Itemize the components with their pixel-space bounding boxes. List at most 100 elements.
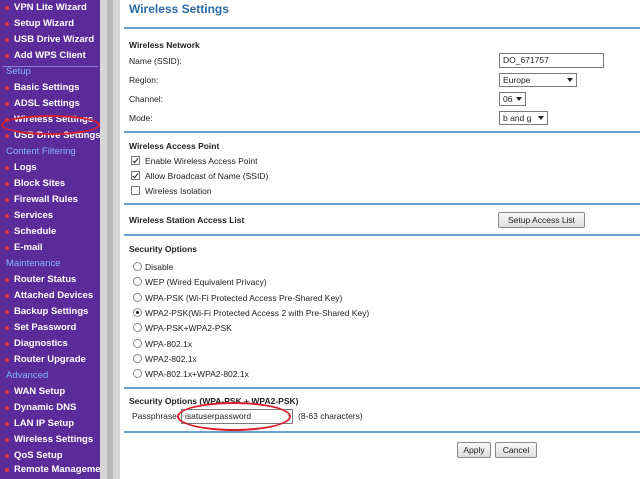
sidebar-item-wireless-settings[interactable]: Wireless Settings [0,432,100,448]
isolation-checkbox[interactable] [131,186,140,195]
bullet-icon [5,294,9,298]
bullet-icon [5,102,9,106]
sidebar-item-label: Attached Devices [14,290,94,301]
sidebar-item-usb-drive-wizard[interactable]: USB Drive Wizard [0,32,100,48]
sidebar-item-setup-wizard[interactable]: Setup Wizard [0,16,100,32]
sidebar-item-firewall-rules[interactable]: Firewall Rules [0,192,100,208]
sidebar-item-logs[interactable]: Logs [0,160,100,176]
nav-list: VPN Lite Wizard Setup Wizard USB Drive Wiz… [0,0,100,479]
sidebar-item-label: Logs [14,162,37,173]
bullet-icon [5,390,9,394]
access-point-heading: Wireless Access Point [129,141,220,151]
sidebar-item-label: Set Password [14,322,77,333]
sidebar-item-lan-ip-setup[interactable]: LAN IP Setup [0,416,100,432]
security-option-radio[interactable] [133,262,142,271]
sidebar-item-services[interactable]: Services [0,208,100,224]
security-option-radio[interactable] [133,354,142,363]
chevron-down-icon [538,116,544,120]
nav-section-advanced: Advanced [6,370,49,381]
divider [124,234,640,236]
sidebar-item-schedule[interactable]: Schedule [0,224,100,240]
security-option-radio[interactable] [133,308,142,317]
enable-ap-checkbox[interactable] [131,156,140,165]
sidebar-item-label: WAN Setup [14,386,66,397]
nav-section-maintenance: Maintenance [6,258,61,269]
bullet-icon [5,468,9,472]
station-list-heading: Wireless Station Access List [129,215,245,225]
bullet-icon [5,134,9,138]
bullet-icon [5,86,9,90]
sidebar-item-e-mail[interactable]: E-mail [0,240,100,256]
sidebar-item-diagnostics[interactable]: Diagnostics [0,336,100,352]
setup-access-list-button[interactable]: Setup Access List [498,212,585,228]
sidebar-item-block-sites[interactable]: Block Sites [0,176,100,192]
bullet-icon [5,454,9,458]
apply-button[interactable]: Apply [457,442,491,458]
divider [124,131,640,133]
bullet-icon [5,358,9,362]
divider [124,431,640,433]
sidebar-item-basic-settings[interactable]: Basic Settings [0,80,100,96]
sidebar-item-wan-setup[interactable]: WAN Setup [0,384,100,400]
splitter-bar[interactable] [107,0,113,479]
bullet-icon [5,38,9,42]
divider [124,27,640,29]
sidebar-item-add-wps-client[interactable]: Add WPS Client [0,48,100,64]
mode-select[interactable]: b and g [499,111,548,125]
sidebar-item-label: Remote Management [14,464,100,475]
sidebar-item-attached-devices[interactable]: Attached Devices [0,288,100,304]
sidebar-item-backup-settings[interactable]: Backup Settings [0,304,100,320]
security-option-radio[interactable] [133,277,142,286]
sidebar-item-adsl-settings[interactable]: ADSL Settings [0,96,100,112]
sidebar-item-label: ADSL Settings [14,98,80,109]
divider [124,387,640,389]
security-option-label: WPA-802.1x [145,339,193,349]
security-option-radio[interactable] [133,369,142,378]
bullet-icon [5,182,9,186]
security-option-radio[interactable] [133,323,142,332]
page-title: Wireless Settings [129,2,229,16]
bullet-icon [5,214,9,218]
security-option-label: WPA2-802.1x [145,354,197,364]
bullet-icon [5,326,9,330]
security-option-radio[interactable] [133,293,142,302]
security-option-label: WEP (Wired Equivalent Privacy) [145,277,267,287]
sidebar-item-label: Firewall Rules [14,194,78,205]
sidebar-item-dynamic-dns[interactable]: Dynamic DNS [0,400,100,416]
bullet-icon [5,310,9,314]
channel-select-value: 06 [503,94,513,104]
cancel-button[interactable]: Cancel [495,442,537,458]
sidebar-item-remote-management[interactable]: Remote Management [0,464,100,479]
broadcast-ssid-checkbox[interactable] [131,171,140,180]
sidebar-item-vpn-lite-wizard[interactable]: VPN Lite Wizard [0,0,100,16]
sidebar-item-router-upgrade[interactable]: Router Upgrade [0,352,100,368]
chevron-down-icon [516,97,522,101]
security-option-label: WPA-PSK (Wi-Fi Protected Access Pre-Shar… [145,293,343,303]
mode-select-value: b and g [503,113,532,123]
sidebar-item-label: Diagnostics [14,338,68,349]
security-option-radio[interactable] [133,339,142,348]
ssid-input[interactable] [499,53,604,68]
sidebar-item-set-password[interactable]: Set Password [0,320,100,336]
frame-splitter[interactable] [100,0,120,479]
sidebar-item-router-status[interactable]: Router Status [0,272,100,288]
sidebar-item-label: VPN Lite Wizard [14,2,87,13]
security-options-heading: Security Options [129,244,198,254]
sidebar-divider [2,66,98,67]
sidebar-item-qos-setup[interactable]: QoS Setup [0,448,100,464]
channel-select[interactable]: 06 [499,92,526,106]
enable-ap-label: Enable Wireless Access Point [145,156,258,166]
security-option-label: WPA-802.1x+WPA2-802.1x [145,369,249,379]
passphrase-hint: (8-63 characters) [298,411,363,421]
passphrase-highlight-oval [177,402,291,431]
sidebar-item-label: Dynamic DNS [14,402,77,413]
chevron-down-icon [567,78,573,82]
sidebar-item-label: Wireless Settings [14,434,94,445]
bullet-icon [5,166,9,170]
active-item-highlight-oval [1,115,100,135]
sidebar-nav: VPN Lite Wizard Setup Wizard USB Drive Wiz… [0,0,100,479]
divider [124,203,640,205]
sidebar-item-label: Router Status [14,274,77,285]
region-select[interactable]: Europe [499,73,577,87]
passphrase-label: Passphrase: [132,411,180,421]
